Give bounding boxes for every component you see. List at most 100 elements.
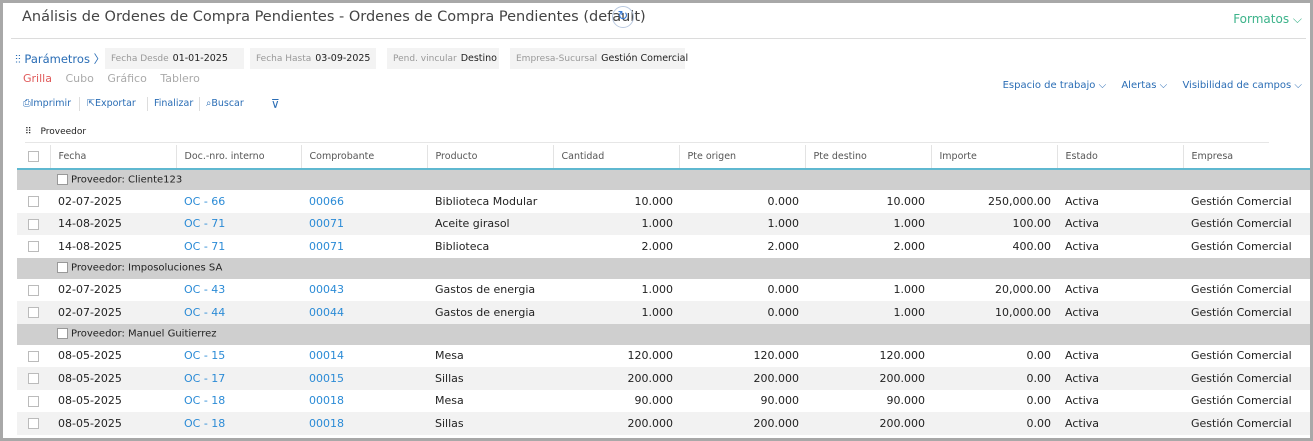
table-cell: Activa <box>1057 235 1183 258</box>
group-row[interactable]: Proveedor: Manuel Guitierrez <box>17 323 1310 345</box>
table-cell: 02-07-2025 <box>50 190 176 213</box>
table-cell: 1.000 <box>679 212 805 235</box>
table-cell: Activa <box>1057 278 1183 301</box>
group-row[interactable]: Proveedor: Cliente123 <box>17 169 1310 190</box>
table-cell[interactable]: 00044 <box>301 301 427 324</box>
chip-label: Fecha Hasta <box>256 54 312 64</box>
col-header[interactable]: Cantidad <box>552 145 679 170</box>
col-header[interactable]: Estado <box>1056 145 1183 170</box>
select-all-checkbox[interactable] <box>17 145 50 170</box>
param-chip-fecha-hasta[interactable]: Fecha Hasta 03-09-2025 <box>250 48 376 69</box>
view-tabs: Grilla Cubo Gráfico Tablero <box>23 72 210 85</box>
table-row[interactable]: 08-05-2025 OC - 15 00014 Mesa 120.000 120.000… <box>17 344 1310 367</box>
table-cell: Gestión Comercial <box>1183 212 1310 235</box>
row-checkbox[interactable] <box>17 278 50 301</box>
grouping-bar: ⠿ Proveedor <box>25 122 1269 143</box>
col-header[interactable]: Pte destino <box>804 145 931 170</box>
param-chip-fecha-desde[interactable]: Fecha Desde 01-01-2025 <box>105 48 244 69</box>
row-checkbox[interactable] <box>17 212 50 235</box>
table-cell: 200.000 <box>553 412 679 435</box>
table-row[interactable]: 02-07-2025 OC - 43 00043 Gastos de energia 1… <box>17 278 1310 301</box>
table-cell[interactable]: 00066 <box>301 190 427 213</box>
exportar-button[interactable]: ⇱Exportar <box>87 94 136 114</box>
table-row[interactable]: 02-07-2025 OC - 66 00066 Biblioteca Modular… <box>17 190 1310 213</box>
row-checkbox[interactable] <box>17 301 50 324</box>
divider <box>147 97 148 111</box>
table-cell[interactable]: OC - 18 <box>176 412 301 435</box>
table-cell[interactable]: 00014 <box>301 344 427 367</box>
sliders-icon: ⫶⫶ <box>15 52 21 66</box>
col-header[interactable]: Pte origen <box>678 145 805 170</box>
col-header[interactable]: Fecha <box>49 145 176 170</box>
alertas-menu[interactable]: Alertas ⌵ <box>1121 80 1167 91</box>
table-cell: 10.000 <box>553 190 679 213</box>
table-cell[interactable]: OC - 71 <box>176 212 301 235</box>
table-cell[interactable]: 00071 <box>301 235 427 258</box>
table-cell[interactable]: OC - 18 <box>176 389 301 412</box>
group-checkbox[interactable] <box>57 328 68 340</box>
group-checkbox[interactable] <box>57 174 68 186</box>
table-row[interactable]: 14-08-2025 OC - 71 00071 Aceite girasol 1.00… <box>17 212 1310 235</box>
col-header[interactable]: Empresa <box>1182 145 1310 170</box>
buscar-button[interactable]: ⌕Buscar <box>206 94 244 114</box>
chip-value: 03-09-2025 <box>315 53 371 64</box>
grouping-chip-proveedor[interactable]: Proveedor <box>40 127 86 137</box>
table-cell[interactable]: OC - 44 <box>176 301 301 324</box>
table-cell: 0.000 <box>679 301 805 324</box>
table-row[interactable]: 08-05-2025 OC - 18 00018 Mesa 90.000 90.000 90… <box>17 389 1310 412</box>
table-row[interactable]: 02-07-2025 OC - 44 00044 Gastos de energia 1… <box>17 301 1310 324</box>
table-cell[interactable]: 00018 <box>301 389 427 412</box>
param-chip-empresa-sucursal[interactable]: Empresa-Sucursal Gestión Comercial <box>510 48 689 69</box>
row-checkbox[interactable] <box>17 412 50 435</box>
tab-grilla[interactable]: Grilla <box>23 72 52 85</box>
group-row[interactable]: Proveedor: Imposoluciones SA <box>17 257 1310 279</box>
espacio-de-trabajo-menu[interactable]: Espacio de trabajo ⌵ <box>1003 80 1107 91</box>
group-label: Proveedor: Manuel Guitierrez <box>71 328 217 340</box>
row-checkbox[interactable] <box>17 389 50 412</box>
row-checkbox[interactable] <box>17 190 50 213</box>
export-icon: ⇱ <box>87 98 95 109</box>
finalizar-button[interactable]: Finalizar <box>154 94 193 114</box>
table-cell: 20,000.00 <box>931 278 1057 301</box>
filter-icon[interactable]: ⊽ <box>271 94 280 114</box>
row-checkbox[interactable] <box>17 235 50 258</box>
imprimir-button[interactable]: ⎙Imprimir <box>23 94 71 114</box>
table-cell[interactable]: OC - 43 <box>176 278 301 301</box>
table-row[interactable]: 08-05-2025 OC - 18 00018 Sillas 200.000 200.0… <box>17 412 1310 435</box>
table-cell[interactable]: OC - 66 <box>176 190 301 213</box>
table-cell[interactable]: OC - 15 <box>176 344 301 367</box>
table-cell: 1.000 <box>805 212 931 235</box>
tab-cubo[interactable]: Cubo <box>65 72 93 85</box>
tab-grafico[interactable]: Gráfico <box>107 72 147 85</box>
table-row[interactable]: 14-08-2025 OC - 71 00071 Biblioteca 2.000 2.0… <box>17 235 1310 258</box>
tab-tablero[interactable]: Tablero <box>160 72 199 85</box>
table-cell[interactable]: 00015 <box>301 367 427 390</box>
col-header[interactable]: Producto <box>426 145 553 170</box>
table-row[interactable]: 08-05-2025 OC - 17 00015 Sillas 200.000 200.0… <box>17 367 1310 390</box>
group-checkbox[interactable] <box>57 262 68 274</box>
formatos-menu[interactable]: Formatos ⌵ <box>1233 12 1302 27</box>
col-header[interactable]: Doc.-nro. interno <box>175 145 301 170</box>
table-cell[interactable]: 00043 <box>301 278 427 301</box>
table-cell[interactable]: 00071 <box>301 212 427 235</box>
chip-label: Empresa-Sucursal <box>516 54 598 64</box>
table-cell: Gestión Comercial <box>1183 412 1310 435</box>
table-cell[interactable]: OC - 71 <box>176 235 301 258</box>
refresh-icon[interactable]: ↻ <box>612 6 634 28</box>
col-header[interactable]: Comprobante <box>300 145 427 170</box>
table-cell: Activa <box>1057 344 1183 367</box>
col-header[interactable]: Importe <box>930 145 1057 170</box>
param-chip-pend-vincular[interactable]: Pend. vincular Destino <box>387 48 499 69</box>
table-cell[interactable]: OC - 17 <box>176 367 301 390</box>
row-checkbox[interactable] <box>17 344 50 367</box>
table-cell: 200.000 <box>805 367 931 390</box>
row-checkbox[interactable] <box>17 367 50 390</box>
workspace-menus: Espacio de trabajo ⌵ Alertas ⌵ Visibilid… <box>991 80 1302 91</box>
table-cell: 1.000 <box>553 212 679 235</box>
parameters-link[interactable]: ⫶⫶ Parámetros 〉 <box>15 51 105 67</box>
table-cell: Aceite girasol <box>427 212 553 235</box>
visibilidad-campos-menu[interactable]: Visibilidad de campos ⌵ <box>1182 80 1302 91</box>
chip-value: Gestión Comercial <box>601 53 689 64</box>
table-cell: Activa <box>1057 412 1183 435</box>
table-cell[interactable]: 00018 <box>301 412 427 435</box>
